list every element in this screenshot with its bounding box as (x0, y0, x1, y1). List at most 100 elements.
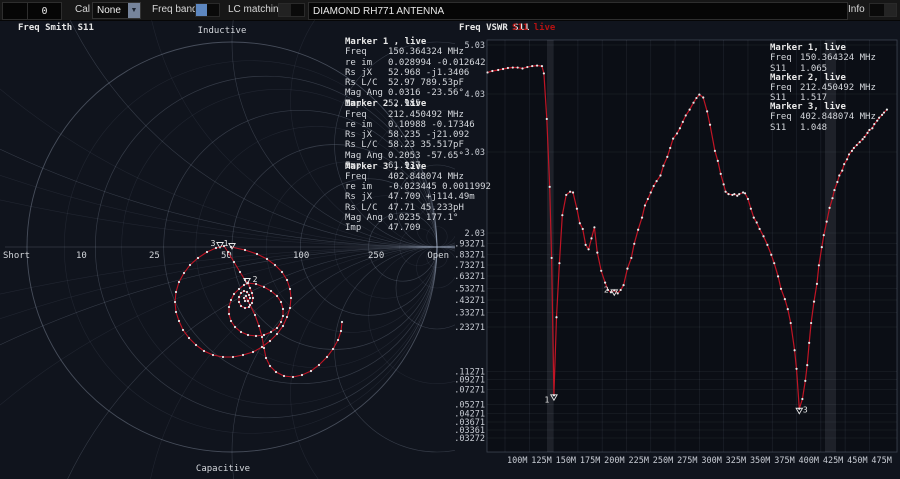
trace-point (252, 351, 254, 353)
trace-point (270, 290, 272, 292)
trace-point (576, 208, 578, 210)
trace-point (720, 173, 722, 175)
trace-point (276, 333, 278, 335)
trace-point (818, 264, 820, 266)
marker-info-label: Rs L/C (345, 140, 388, 150)
trace-point (561, 214, 563, 216)
smith-axis-label: 25 (149, 251, 160, 261)
antenna-name-input[interactable] (308, 2, 848, 20)
marker-info-label: Rs jX (345, 130, 388, 140)
trace-point (301, 374, 303, 376)
trace-point (659, 174, 661, 176)
trace-point (780, 288, 782, 290)
trace-point (238, 301, 240, 303)
marker-info-row: re im0.10988 -0.17346 (345, 120, 475, 130)
trace-point (742, 191, 744, 193)
trace-point (242, 354, 244, 356)
smith-marker-number-3: 3 (211, 239, 216, 248)
trace-point (230, 320, 232, 322)
cal-dropdown[interactable]: None ▼ (92, 2, 141, 19)
trace-point (617, 292, 619, 294)
y-tick-label: 1.09271 (455, 376, 485, 386)
trace-point (653, 185, 655, 187)
trace-point (551, 257, 553, 259)
trace-point (622, 284, 624, 286)
trace-point (585, 244, 587, 246)
sweep-count-field[interactable] (27, 2, 62, 20)
marker-info-row: Rs L/C52.97 789.53pF (345, 78, 486, 88)
trace-point (248, 294, 250, 296)
trace-point (682, 121, 684, 123)
y-tick-label: 1.83271 (455, 251, 485, 261)
trace-point (762, 235, 764, 237)
trace-point (255, 335, 257, 337)
trace-point (251, 302, 253, 304)
marker-info-row: Freq212.450492 MHz (345, 110, 475, 120)
trace-point (239, 271, 241, 273)
trace-point (233, 261, 235, 263)
x-tick-label: 375M (774, 456, 794, 466)
marker-info-row: Rs L/C47.71 45.233pH (345, 203, 491, 213)
trace-point (724, 191, 726, 193)
marker-info-value: 212.450492 MHz (800, 83, 876, 93)
trace-point (793, 349, 795, 351)
marker-info-row: Mag Ang0.0316 -23.56° (345, 88, 486, 98)
trace-point (630, 257, 632, 259)
marker-info-label: Freq (345, 172, 388, 182)
trace-point (269, 340, 271, 342)
inductive-label: Inductive (198, 26, 247, 36)
y-tick-label: 1.03272 (455, 434, 485, 444)
vswr-marker-number-2: 2 (604, 285, 609, 294)
trace-point (731, 194, 733, 196)
trace-point (558, 262, 560, 264)
trace-point (863, 136, 865, 138)
x-tick-label: 350M (750, 456, 770, 466)
trace-point (579, 222, 581, 224)
trace-point (269, 365, 271, 367)
tds-field[interactable] (2, 2, 29, 20)
lc-matching-toggle[interactable] (278, 3, 305, 17)
marker-info-value: 52.968 -j1.3406 (388, 68, 469, 78)
smith-axis-label: 100 (293, 251, 309, 261)
trace-point (227, 251, 229, 253)
freq-bands-toggle[interactable] (195, 3, 220, 17)
trace-point (517, 66, 519, 68)
marker-info-value: 0.0235 177.1° (388, 213, 458, 223)
marker-info-value: 402.848074 MHz (800, 112, 876, 122)
trace-point (750, 208, 752, 210)
trace-point (258, 325, 260, 327)
trace-point (656, 180, 658, 182)
x-tick-label: 300M (701, 456, 721, 466)
marker-info-label: Freq (345, 110, 388, 120)
trace-point (821, 246, 823, 248)
trace-point (240, 331, 242, 333)
marker-info-row: Freq402.848074 MHz (345, 172, 491, 182)
info-toggle[interactable] (869, 3, 897, 17)
marker-info-label: Imp (345, 223, 388, 233)
x-tick-label: 400M (799, 456, 819, 466)
trace-point (692, 102, 694, 104)
y-tick-label: 1.33271 (455, 309, 485, 319)
trace-point (276, 295, 278, 297)
trace-point (502, 68, 504, 70)
smith-axis-label: Short (3, 251, 30, 261)
trace-point (326, 356, 328, 358)
trace-point (174, 301, 176, 303)
chevron-down-icon[interactable]: ▼ (128, 3, 140, 18)
trace-point (289, 307, 291, 309)
trace-point (813, 300, 815, 302)
trace-point (203, 350, 205, 352)
marker-info-value: 0.2053 -57.65° (388, 151, 464, 161)
trace-point (497, 69, 499, 71)
smith-marker-number-2: 2 (253, 275, 258, 284)
trace-point (676, 132, 678, 134)
trace-point (590, 237, 592, 239)
trace-point (197, 257, 199, 259)
marker-info-value: 47.709 +j114.49m (388, 192, 475, 202)
trace-point (756, 221, 758, 223)
trace-point (747, 198, 749, 200)
trace-point (706, 110, 708, 112)
marker-info-label: Rs L/C (345, 203, 388, 213)
trace-point (804, 380, 806, 382)
trace-point (526, 66, 528, 68)
